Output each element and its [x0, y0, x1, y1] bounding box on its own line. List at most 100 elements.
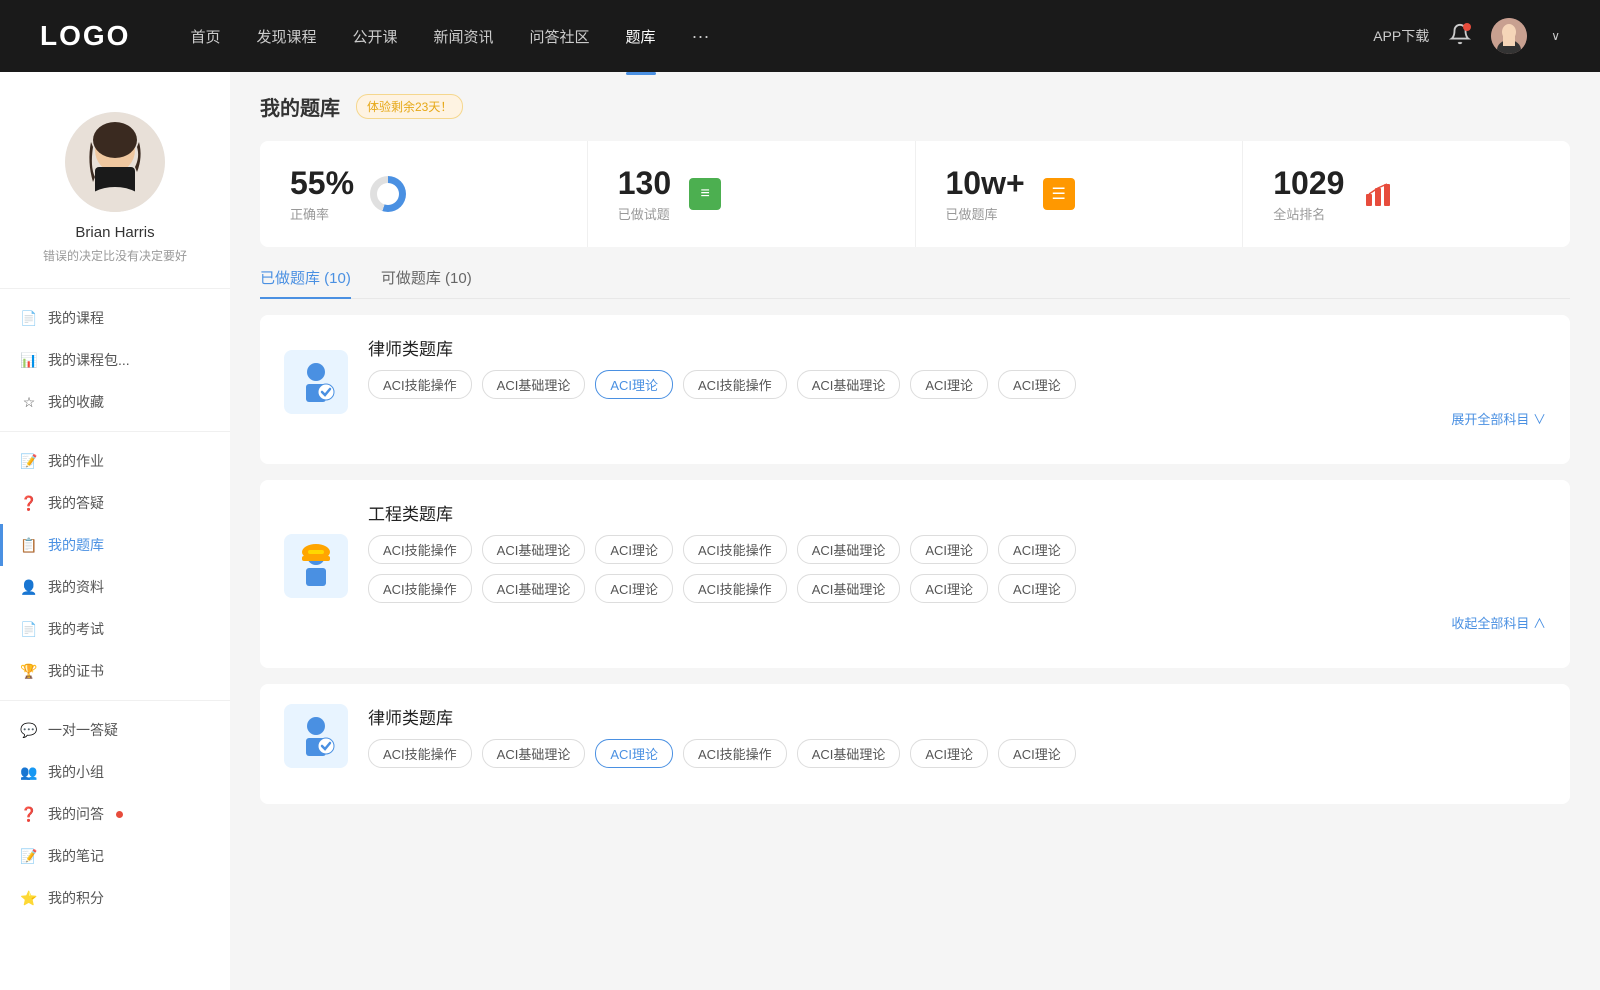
stat-accuracy-number: 55% [290, 165, 354, 202]
tag-1-6[interactable]: ACI理论 [998, 535, 1076, 564]
lawyer-tags-section-2: 律师类题库 ACI技能操作 ACI基础理论 ACI理论 ACI技能操作 ACI基… [368, 704, 1546, 768]
tag-0-4[interactable]: ACI基础理论 [797, 370, 901, 399]
favorites-icon: ☆ [20, 393, 38, 411]
nav-quiz[interactable]: 题库 [626, 22, 656, 51]
user-menu-chevron[interactable]: ∨ [1551, 29, 1560, 43]
sidebar-item-my-courses[interactable]: 📄 我的课程 [0, 297, 230, 339]
stat-done-banks-text: 10w+ 已做题库 [946, 165, 1025, 223]
quiz-card-header-2: 工程类题库 ACI技能操作 ACI基础理论 ACI理论 ACI技能操作 ACI基… [284, 500, 1546, 632]
sidebar-item-notes[interactable]: 📝 我的笔记 [0, 835, 230, 877]
stat-done-banks: 10w+ 已做题库 ☰ [916, 141, 1244, 247]
red-bar-chart-icon [1362, 178, 1394, 210]
nav-qa[interactable]: 问答社区 [530, 22, 590, 51]
lawyer-icon-1 [284, 350, 348, 414]
sidebar-item-points[interactable]: ⭐ 我的积分 [0, 877, 230, 919]
lawyer-icon-2 [284, 704, 348, 768]
stat-accuracy-label: 正确率 [290, 204, 354, 223]
sidebar-item-favorites[interactable]: ☆ 我的收藏 [0, 381, 230, 423]
tag-1-11[interactable]: ACI基础理论 [797, 574, 901, 603]
tag-1-10[interactable]: ACI技能操作 [683, 574, 787, 603]
sidebar-item-qa[interactable]: ❓ 我的答疑 [0, 482, 230, 524]
sidebar-divider-3 [0, 700, 230, 701]
engineer-tags-section: 工程类题库 ACI技能操作 ACI基础理论 ACI理论 ACI技能操作 ACI基… [368, 500, 1546, 632]
tags-row-engineer-1: ACI技能操作 ACI基础理论 ACI理论 ACI技能操作 ACI基础理论 AC… [368, 535, 1546, 564]
nav-discover[interactable]: 发现课程 [256, 22, 316, 51]
quiz-card-engineer: 工程类题库 ACI技能操作 ACI基础理论 ACI理论 ACI技能操作 ACI基… [260, 480, 1570, 668]
stat-done-banks-number: 10w+ [946, 165, 1025, 202]
tag-2-5[interactable]: ACI理论 [910, 739, 988, 768]
tag-1-9[interactable]: ACI理论 [595, 574, 673, 603]
nav-home[interactable]: 首页 [190, 22, 220, 51]
main-nav: 首页 发现课程 公开课 新闻资讯 问答社区 题库 ··· [190, 22, 1373, 51]
quiz-bank-icon: 📋 [20, 536, 38, 554]
app-download-link[interactable]: APP下载 [1373, 26, 1429, 46]
sidebar-divider-1 [0, 288, 230, 289]
done-questions-icon: ≡ [687, 176, 723, 212]
header-right: APP下载 ∨ [1373, 18, 1560, 54]
tag-2-6[interactable]: ACI理论 [998, 739, 1076, 768]
tag-1-0[interactable]: ACI技能操作 [368, 535, 472, 564]
stat-accuracy: 55% 正确率 [260, 141, 588, 247]
sidebar-item-profile[interactable]: 👤 我的资料 [0, 566, 230, 608]
logo[interactable]: LOGO [40, 20, 130, 52]
notification-bell[interactable] [1449, 23, 1471, 50]
notes-icon: 📝 [20, 847, 38, 865]
tag-1-5[interactable]: ACI理论 [910, 535, 988, 564]
notification-dot [1463, 23, 1471, 31]
tag-2-1[interactable]: ACI基础理论 [482, 739, 586, 768]
tag-0-6[interactable]: ACI理论 [998, 370, 1076, 399]
sidebar: Brian Harris 错误的决定比没有决定要好 📄 我的课程 📊 我的课程包… [0, 72, 230, 990]
tag-0-3[interactable]: ACI技能操作 [683, 370, 787, 399]
tag-0-5[interactable]: ACI理论 [910, 370, 988, 399]
homework-icon: 📝 [20, 452, 38, 470]
sidebar-item-certificate[interactable]: 🏆 我的证书 [0, 650, 230, 692]
tab-available-banks[interactable]: 可做题库 (10) [381, 267, 472, 298]
quiz-card-lawyer-1: 律师类题库 ACI技能操作 ACI基础理论 ACI理论 ACI技能操作 ACI基… [260, 315, 1570, 464]
stat-ranking-text: 1029 全站排名 [1273, 165, 1344, 223]
tag-0-0[interactable]: ACI技能操作 [368, 370, 472, 399]
sidebar-item-course-packages[interactable]: 📊 我的课程包... [0, 339, 230, 381]
tag-2-4[interactable]: ACI基础理论 [797, 739, 901, 768]
nav-news[interactable]: 新闻资讯 [434, 22, 494, 51]
quiz-card-header-3: 律师类题库 ACI技能操作 ACI基础理论 ACI理论 ACI技能操作 ACI基… [284, 704, 1546, 768]
nav-more[interactable]: ··· [692, 26, 710, 47]
main-content: 我的题库 体验剩余23天！ 55% 正确率 130 已做试题 [230, 72, 1600, 990]
tutoring-icon: 💬 [20, 721, 38, 739]
trial-badge: 体验剩余23天！ [356, 94, 463, 119]
profile-icon: 👤 [20, 578, 38, 596]
expand-lawyer-1[interactable]: 展开全部科目 ∨ [368, 409, 1546, 428]
tag-1-8[interactable]: ACI基础理论 [482, 574, 586, 603]
tag-0-1[interactable]: ACI基础理论 [482, 370, 586, 399]
tag-1-13[interactable]: ACI理论 [998, 574, 1076, 603]
tag-1-3[interactable]: ACI技能操作 [683, 535, 787, 564]
collapse-engineer[interactable]: 收起全部科目 ∧ [368, 613, 1546, 632]
tag-1-12[interactable]: ACI理论 [910, 574, 988, 603]
nav-open[interactable]: 公开课 [352, 22, 397, 51]
avatar[interactable] [1491, 18, 1527, 54]
tag-1-4[interactable]: ACI基础理论 [797, 535, 901, 564]
sidebar-divider-2 [0, 431, 230, 432]
sidebar-item-tutoring[interactable]: 💬 一对一答疑 [0, 709, 230, 751]
tag-1-2[interactable]: ACI理论 [595, 535, 673, 564]
course-packages-icon: 📊 [20, 351, 38, 369]
profile-motto: 错误的决定比没有决定要好 [43, 247, 187, 264]
questions-notification-dot [116, 811, 123, 818]
sidebar-menu: 📄 我的课程 📊 我的课程包... ☆ 我的收藏 📝 我的作业 ❓ 我的答疑 � [0, 297, 230, 919]
sidebar-item-questions[interactable]: ❓ 我的问答 [0, 793, 230, 835]
tab-done-banks[interactable]: 已做题库 (10) [260, 267, 351, 298]
profile-section: Brian Harris 错误的决定比没有决定要好 [0, 92, 230, 280]
profile-avatar[interactable] [65, 112, 165, 212]
tag-0-2[interactable]: ACI理论 [595, 370, 673, 399]
tag-2-2[interactable]: ACI理论 [595, 739, 673, 768]
stat-ranking: 1029 全站排名 [1243, 141, 1570, 247]
tag-2-3[interactable]: ACI技能操作 [683, 739, 787, 768]
sidebar-item-exam[interactable]: 📄 我的考试 [0, 608, 230, 650]
tag-1-1[interactable]: ACI基础理论 [482, 535, 586, 564]
tag-1-7[interactable]: ACI技能操作 [368, 574, 472, 603]
sidebar-item-homework[interactable]: 📝 我的作业 [0, 440, 230, 482]
sidebar-item-quiz-bank[interactable]: 📋 我的题库 [0, 524, 230, 566]
stat-done-questions-text: 130 已做试题 [618, 165, 671, 223]
tag-2-0[interactable]: ACI技能操作 [368, 739, 472, 768]
certificate-icon: 🏆 [20, 662, 38, 680]
sidebar-item-groups[interactable]: 👥 我的小组 [0, 751, 230, 793]
